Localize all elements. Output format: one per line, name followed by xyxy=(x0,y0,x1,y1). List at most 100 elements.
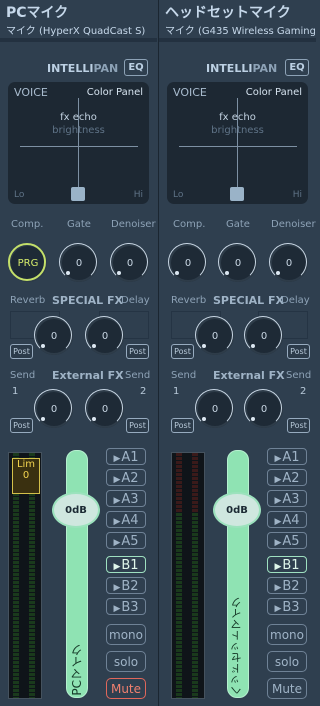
send2-knob[interactable]: 0 xyxy=(85,389,124,428)
knob-dot xyxy=(117,271,121,275)
device-name[interactable]: マイク (HyperX QuadCast S) xyxy=(6,22,156,37)
send-label-1: Send xyxy=(171,370,197,381)
bus-a3-button[interactable]: ▶A3 xyxy=(106,490,146,507)
device-name[interactable]: マイク (G435 Wireless Gaming xyxy=(165,22,315,37)
delay-knob[interactable]: 0 xyxy=(244,316,283,355)
bus-a5-button[interactable]: ▶A5 xyxy=(267,532,307,549)
lim-label: Lim xyxy=(16,459,36,470)
hi-label: Hi xyxy=(292,190,302,200)
bus-label: A4 xyxy=(282,513,300,528)
ext2-post-button[interactable]: Post xyxy=(287,418,310,433)
bus-b3-button[interactable]: ▶B3 xyxy=(267,598,307,615)
color-panel[interactable]: VOICE Color Panel fx echo brightness Lo … xyxy=(167,82,308,204)
strip-name-vertical: PCマイク xyxy=(69,644,84,696)
bus-b2-button[interactable]: ▶B2 xyxy=(106,577,146,594)
bus-label: A1 xyxy=(282,450,300,465)
divider xyxy=(0,38,157,42)
reverb-value: 0 xyxy=(211,330,219,342)
send2-value: 0 xyxy=(260,403,268,415)
bus-label: A2 xyxy=(282,471,300,486)
play-icon: ▶ xyxy=(113,454,121,464)
ext1-post-button[interactable]: Post xyxy=(171,418,194,433)
denoiser-knob[interactable]: 0 xyxy=(110,243,149,282)
bus-a1-button[interactable]: ▶A1 xyxy=(106,448,146,465)
send1-knob[interactable]: 0 xyxy=(195,389,234,428)
color-panel[interactable]: VOICE Color Panel fx echo brightness Lo … xyxy=(8,82,149,204)
denoiser-label: Denoiser xyxy=(111,219,156,230)
panel-handle[interactable] xyxy=(71,187,85,201)
bus-a2-button[interactable]: ▶A2 xyxy=(106,469,146,486)
reverb-knob[interactable]: 0 xyxy=(34,316,73,355)
play-icon: ▶ xyxy=(274,538,282,548)
mute-button[interactable]: Mute xyxy=(267,678,307,699)
bus-a3-button[interactable]: ▶A3 xyxy=(267,490,307,507)
knob-dot xyxy=(202,417,206,421)
send1-knob[interactable]: 0 xyxy=(34,389,73,428)
send2-knob[interactable]: 0 xyxy=(244,389,283,428)
bus-label: A3 xyxy=(282,492,300,507)
bus-b1-button[interactable]: ▶B1 xyxy=(267,556,307,573)
comp-value: PRG xyxy=(17,257,39,269)
knob-dot xyxy=(66,271,70,275)
fader-value: 0dB xyxy=(65,504,87,516)
delay-post-button[interactable]: Post xyxy=(287,344,310,359)
panel-horizontal-axis xyxy=(179,146,297,147)
bus-a1-button[interactable]: ▶A1 xyxy=(267,448,307,465)
gate-value: 0 xyxy=(75,257,83,269)
brightness-label: brightness xyxy=(52,125,105,136)
knob-dot xyxy=(92,417,96,421)
reverb-post-button[interactable]: Post xyxy=(171,344,194,359)
delay-knob[interactable]: 0 xyxy=(85,316,124,355)
bus-b3-button[interactable]: ▶B3 xyxy=(106,598,146,615)
bus-b1-button[interactable]: ▶B1 xyxy=(106,556,146,573)
bus-a4-button[interactable]: ▶A4 xyxy=(106,511,146,528)
send-number-1: 1 xyxy=(173,386,180,397)
delay-post-button[interactable]: Post xyxy=(126,344,149,359)
bus-label: A3 xyxy=(121,492,139,507)
mono-button[interactable]: mono xyxy=(267,624,307,645)
ext1-post-button[interactable]: Post xyxy=(10,418,33,433)
play-icon: ▶ xyxy=(113,604,121,614)
denoiser-knob[interactable]: 0 xyxy=(269,243,308,282)
play-icon: ▶ xyxy=(274,562,282,572)
solo-button[interactable]: solo xyxy=(106,651,146,672)
delay-label: Delay xyxy=(121,295,150,306)
gate-knob[interactable]: 0 xyxy=(218,243,257,282)
mute-button[interactable]: Mute xyxy=(106,678,146,699)
knob-dot xyxy=(251,417,255,421)
eq-button[interactable]: EQ xyxy=(285,59,309,76)
bus-a2-button[interactable]: ▶A2 xyxy=(267,469,307,486)
gain-fader-knob[interactable]: 0dB xyxy=(52,492,100,528)
bus-b2-button[interactable]: ▶B2 xyxy=(267,577,307,594)
limiter-display[interactable]: Lim 0 xyxy=(12,458,40,494)
strip-title[interactable]: ヘッドセットマイク xyxy=(165,2,291,22)
eq-button[interactable]: EQ xyxy=(124,59,148,76)
color-panel-label[interactable]: Color Panel xyxy=(246,87,302,98)
send-number-2: 2 xyxy=(140,386,147,397)
voice-label: VOICE xyxy=(14,86,48,99)
play-icon: ▶ xyxy=(274,517,282,527)
reverb-post-button[interactable]: Post xyxy=(10,344,33,359)
comp-knob[interactable]: PRG xyxy=(8,243,47,282)
send2-value: 0 xyxy=(101,403,109,415)
comp-knob[interactable]: 0 xyxy=(168,243,207,282)
play-icon: ▶ xyxy=(274,583,282,593)
delay-label: Delay xyxy=(281,295,310,306)
denoiser-value: 0 xyxy=(126,257,134,269)
bus-a5-button[interactable]: ▶A5 xyxy=(106,532,146,549)
bus-label: B1 xyxy=(282,558,300,573)
strip-title[interactable]: PCマイク xyxy=(6,2,68,22)
send-number-2: 2 xyxy=(300,386,307,397)
ext2-post-button[interactable]: Post xyxy=(126,418,149,433)
gain-fader-knob[interactable]: 0dB xyxy=(213,492,261,528)
panel-handle[interactable] xyxy=(230,187,244,201)
bus-a4-button[interactable]: ▶A4 xyxy=(267,511,307,528)
mono-button[interactable]: mono xyxy=(106,624,146,645)
solo-button[interactable]: solo xyxy=(267,651,307,672)
gate-knob[interactable]: 0 xyxy=(59,243,98,282)
comp-label: Comp. xyxy=(173,219,206,230)
color-panel-label[interactable]: Color Panel xyxy=(87,87,143,98)
intelli-text: INTELLI xyxy=(47,62,94,75)
knob-dot xyxy=(251,344,255,348)
reverb-knob[interactable]: 0 xyxy=(195,316,234,355)
